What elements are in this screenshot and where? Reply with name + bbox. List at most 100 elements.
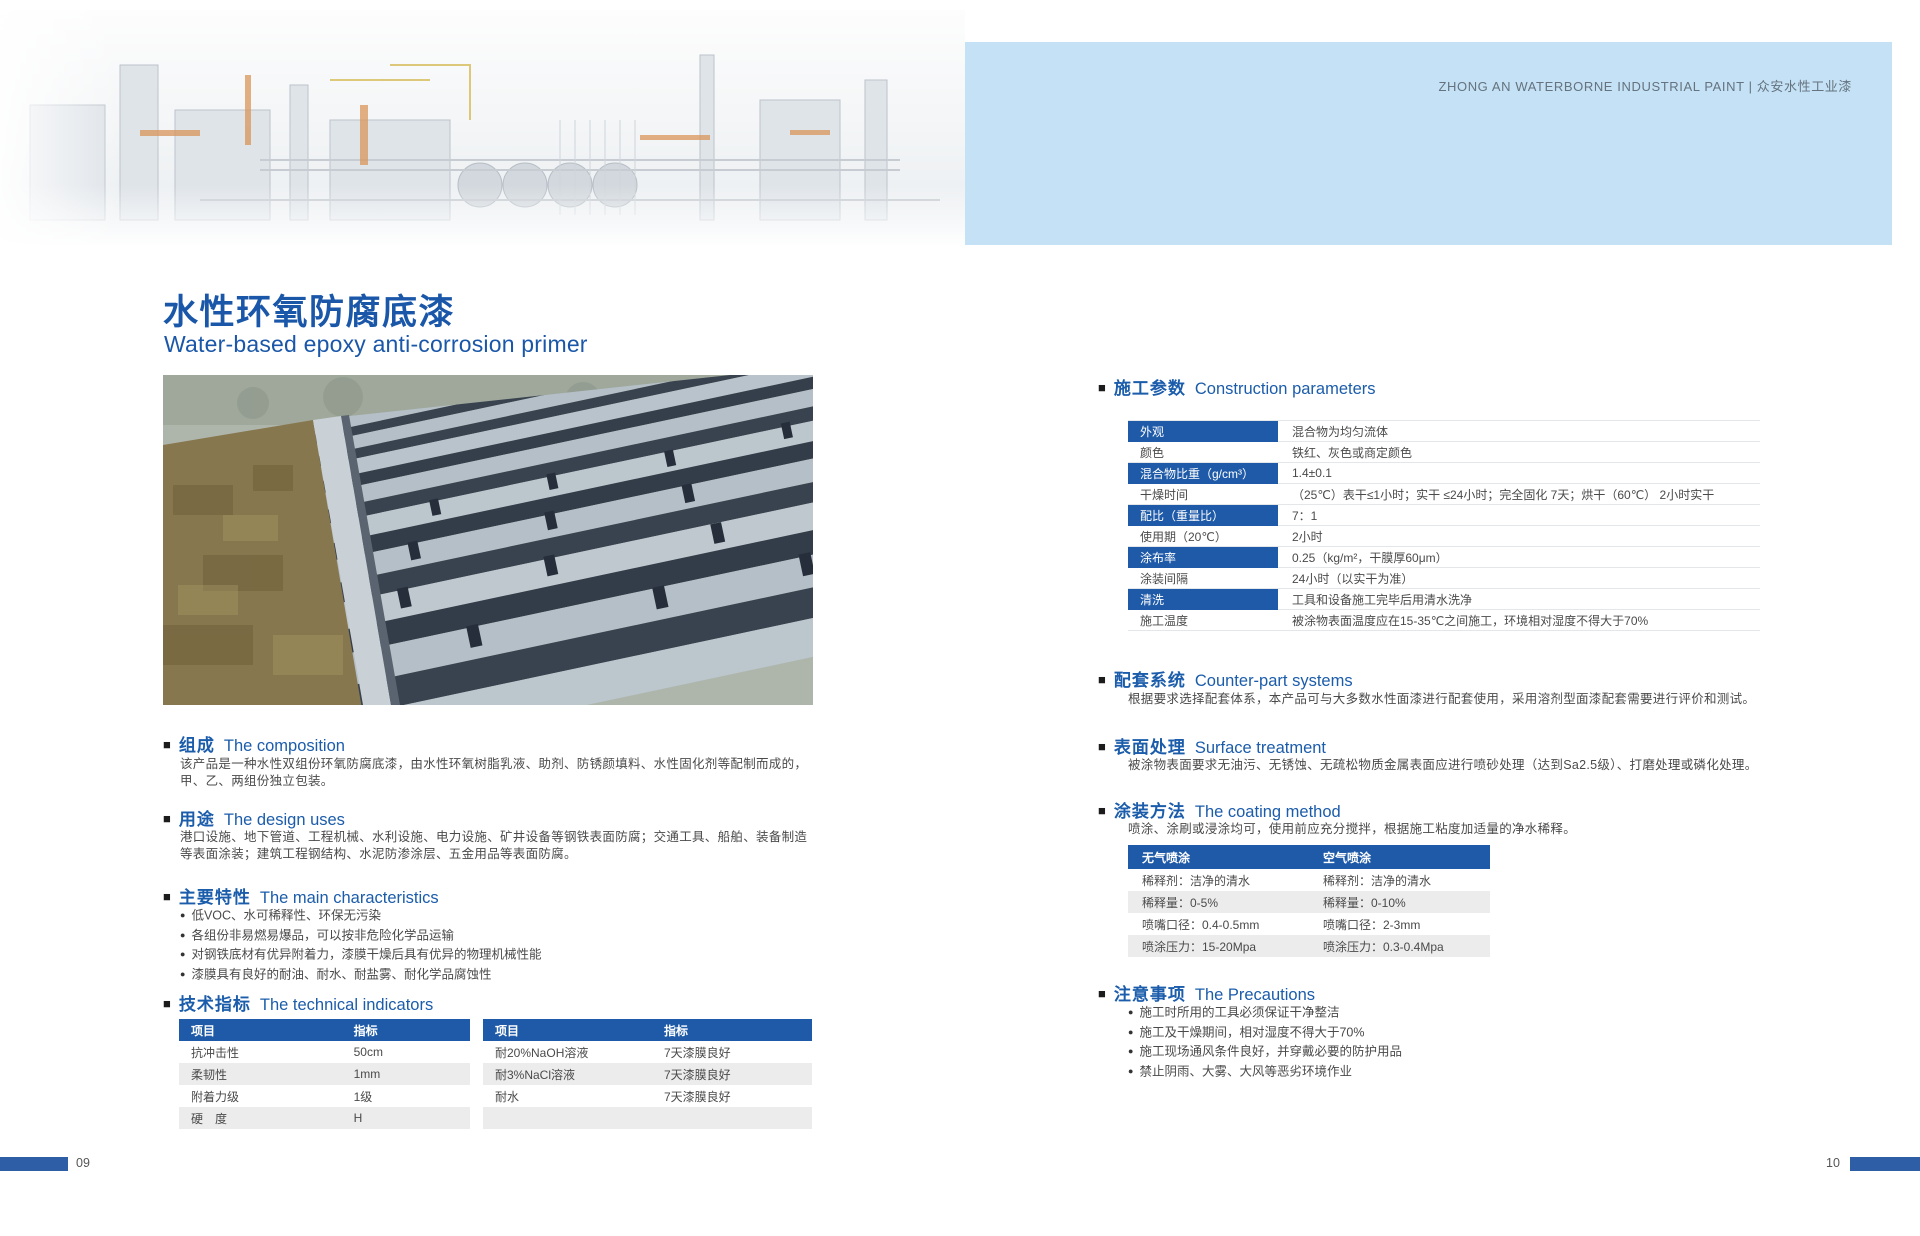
technical-indicators-table: 项目 指标 抗冲击性50cm 柔韧性1mm 附着力级1级 硬 度H 项目 指标 … bbox=[179, 1019, 812, 1129]
bullet-item: 对钢铁底材有优异附着力，漆膜干燥后具有优异的物理机械性能 bbox=[180, 945, 541, 965]
cell-value: 喷涂压力：15-20Mpa bbox=[1128, 938, 1309, 955]
factory-photo bbox=[0, 10, 965, 245]
cell-value: 1mm bbox=[354, 1067, 470, 1081]
cell-item: 耐20%NaOH溶液 bbox=[483, 1044, 664, 1061]
section-marker-square: ■ bbox=[1098, 986, 1106, 1001]
table-row: 稀释量：0-5%稀释量：0-10% bbox=[1128, 891, 1490, 913]
bullet-item: 低VOC、水可稀释性、环保无污染 bbox=[180, 906, 541, 926]
cell-value: 喷嘴口径：0.4-0.5mm bbox=[1128, 916, 1309, 933]
table-row bbox=[483, 1107, 812, 1129]
cell-value: 稀释剂：洁净的清水 bbox=[1128, 872, 1309, 889]
table-row: 耐20%NaOH溶液7天漆膜良好 bbox=[483, 1041, 812, 1063]
precautions-bullet-list: 施工时所用的工具必须保证干净整洁 施工及干燥期间，相对湿度不得大于70% 施工现… bbox=[1128, 1003, 1402, 1081]
section-title-en: The design uses bbox=[224, 811, 345, 829]
param-value: 1.4±0.1 bbox=[1278, 463, 1760, 484]
steel-structure-photo bbox=[163, 375, 813, 705]
section-title-en: The coating method bbox=[1195, 803, 1341, 821]
section-title-en: Surface treatment bbox=[1195, 739, 1326, 757]
section-title-zh: 注意事项 bbox=[1114, 985, 1186, 1004]
section-title-zh: 施工参数 bbox=[1114, 379, 1186, 398]
section-marker-square: ■ bbox=[1098, 380, 1106, 395]
param-label: 颜色 bbox=[1128, 442, 1278, 463]
cell-value: 稀释剂：洁净的清水 bbox=[1309, 872, 1490, 889]
bullet-item: 禁止阴雨、大雾、大风等恶劣环境作业 bbox=[1128, 1062, 1402, 1082]
bullet-item: 施工及干燥期间，相对湿度不得大于70% bbox=[1128, 1023, 1402, 1043]
cell-value: 喷嘴口径：2-3mm bbox=[1309, 916, 1490, 933]
table-header-row: 项目 指标 bbox=[483, 1019, 812, 1041]
table-row: 干燥时间（25℃）表干≤1小时；实干 ≤24小时；完全固化 7天；烘干（60℃）… bbox=[1128, 484, 1760, 505]
section-title-en: The technical indicators bbox=[260, 996, 433, 1014]
table-row: 稀释剂：洁净的清水稀释剂：洁净的清水 bbox=[1128, 869, 1490, 891]
banner-blue-band: ZHONG AN WATERBORNE INDUSTRIAL PAINT | 众… bbox=[965, 42, 1892, 245]
section-title-zh: 配套系统 bbox=[1114, 671, 1186, 690]
section-heading-surface: ■表面处理Surface treatment bbox=[1098, 733, 1326, 758]
param-value: （25℃）表干≤1小时；实干 ≤24小时；完全固化 7天；烘干（60℃） 2小时… bbox=[1278, 484, 1760, 505]
cell-value: 稀释量：0-5% bbox=[1128, 894, 1309, 911]
column-header: 项目 bbox=[179, 1022, 354, 1039]
param-label: 涂布率 bbox=[1128, 547, 1278, 568]
section-title-en: The main characteristics bbox=[260, 889, 439, 907]
column-header: 指标 bbox=[664, 1022, 812, 1039]
param-label: 使用期（20℃） bbox=[1128, 526, 1278, 547]
section-title-en: Construction parameters bbox=[1195, 380, 1376, 398]
page-number-right: 10 bbox=[1826, 1156, 1840, 1170]
composition-body: 该产品是一种水性双组份环氧防腐底漆，由水性环氧树脂乳液、助剂、防锈颜填料、水性固… bbox=[180, 756, 815, 790]
param-value: 工具和设备施工完毕后用清水洗净 bbox=[1278, 589, 1760, 610]
section-heading-uses: ■ 用途 The design uses bbox=[163, 805, 345, 830]
brand-header-text: ZHONG AN WATERBORNE INDUSTRIAL PAINT | 众… bbox=[1438, 76, 1852, 95]
cell-item: 附着力级 bbox=[179, 1088, 354, 1105]
cell-value: 7天漆膜良好 bbox=[664, 1044, 812, 1061]
bullet-item: 漆膜具有良好的耐油、耐水、耐盐雾、耐化学品腐蚀性 bbox=[180, 965, 541, 985]
table-row: 涂布率0.25（kg/m²，干膜厚60μm） bbox=[1128, 547, 1760, 568]
section-marker-square: ■ bbox=[163, 811, 171, 826]
cell-value: 1级 bbox=[354, 1088, 470, 1105]
table-row: 柔韧性1mm bbox=[179, 1063, 470, 1085]
section-heading-counterpart: ■配套系统Counter-part systems bbox=[1098, 666, 1353, 691]
section-marker-square: ■ bbox=[163, 889, 171, 904]
bullet-item: 施工现场通风条件良好，并穿戴必要的防护用品 bbox=[1128, 1042, 1402, 1062]
table-row: 耐3%NaCl溶液7天漆膜良好 bbox=[483, 1063, 812, 1085]
steel-structure-illustration bbox=[163, 375, 813, 705]
cell-value: 50cm bbox=[354, 1045, 470, 1059]
column-header: 指标 bbox=[354, 1022, 470, 1039]
table-row: 硬 度H bbox=[179, 1107, 470, 1129]
section-title-en: The composition bbox=[224, 737, 345, 755]
cell-item: 耐水 bbox=[483, 1088, 664, 1105]
coating-method-table: 无气喷涂 空气喷涂 稀释剂：洁净的清水稀释剂：洁净的清水 稀释量：0-5%稀释量… bbox=[1128, 845, 1490, 957]
cell-value: 稀释量：0-10% bbox=[1309, 894, 1490, 911]
section-title-zh: 用途 bbox=[179, 810, 215, 829]
table-row: 混合物比重（g/cm³）1.4±0.1 bbox=[1128, 463, 1760, 484]
table-row: 喷涂压力：15-20Mpa喷涂压力：0.3-0.4Mpa bbox=[1128, 935, 1490, 957]
footer-bar-right bbox=[1850, 1157, 1920, 1171]
table-row: 耐水7天漆膜良好 bbox=[483, 1085, 812, 1107]
section-heading-characteristics: ■主要特性The main characteristics bbox=[163, 883, 439, 908]
table-row: 涂装间隔24小时（以实干为准） bbox=[1128, 568, 1760, 589]
section-title-zh: 涂装方法 bbox=[1114, 802, 1186, 821]
column-header: 项目 bbox=[483, 1022, 664, 1039]
param-label: 干燥时间 bbox=[1128, 484, 1278, 505]
param-value: 7：1 bbox=[1278, 505, 1760, 526]
uses-body: 港口设施、地下管道、工程机械、水利设施、电力设施、矿井设备等钢铁表面防腐；交通工… bbox=[180, 829, 815, 863]
page-title-zh: 水性环氧防腐底漆 bbox=[163, 284, 455, 335]
section-title-zh: 组成 bbox=[179, 736, 215, 755]
param-label: 配比（重量比） bbox=[1128, 505, 1278, 526]
technical-table-left: 项目 指标 抗冲击性50cm 柔韧性1mm 附着力级1级 硬 度H bbox=[179, 1019, 470, 1129]
table-row: 清洗工具和设备施工完毕后用清水洗净 bbox=[1128, 589, 1760, 610]
section-title-en: Counter-part systems bbox=[1195, 672, 1353, 690]
cell-value: H bbox=[354, 1111, 470, 1125]
param-value: 2小时 bbox=[1278, 526, 1760, 547]
cell-item: 抗冲击性 bbox=[179, 1044, 354, 1061]
section-heading-coating: ■ 涂装方法 The coating method bbox=[1098, 797, 1341, 822]
param-value: 被涂物表面温度应在15-35℃之间施工，环境相对湿度不得大于70% bbox=[1278, 610, 1760, 631]
cell-value: 喷涂压力：0.3-0.4Mpa bbox=[1309, 938, 1490, 955]
page-title-en: Water-based epoxy anti-corrosion primer bbox=[164, 331, 588, 358]
table-row: 喷嘴口径：0.4-0.5mm喷嘴口径：2-3mm bbox=[1128, 913, 1490, 935]
section-marker-square: ■ bbox=[1098, 803, 1106, 818]
footer-bar-left bbox=[0, 1157, 68, 1171]
cell-item: 硬 度 bbox=[179, 1110, 354, 1127]
param-label: 清洗 bbox=[1128, 589, 1278, 610]
table-header-row: 无气喷涂 空气喷涂 bbox=[1128, 845, 1490, 869]
coating-body: 喷涂、涂刷或浸涂均可，使用前应充分搅拌，根据施工粘度加适量的净水稀释。 bbox=[1128, 821, 1778, 838]
table-row: 颜色铁红、灰色或商定颜色 bbox=[1128, 442, 1760, 463]
table-row: 施工温度被涂物表面温度应在15-35℃之间施工，环境相对湿度不得大于70% bbox=[1128, 610, 1760, 631]
